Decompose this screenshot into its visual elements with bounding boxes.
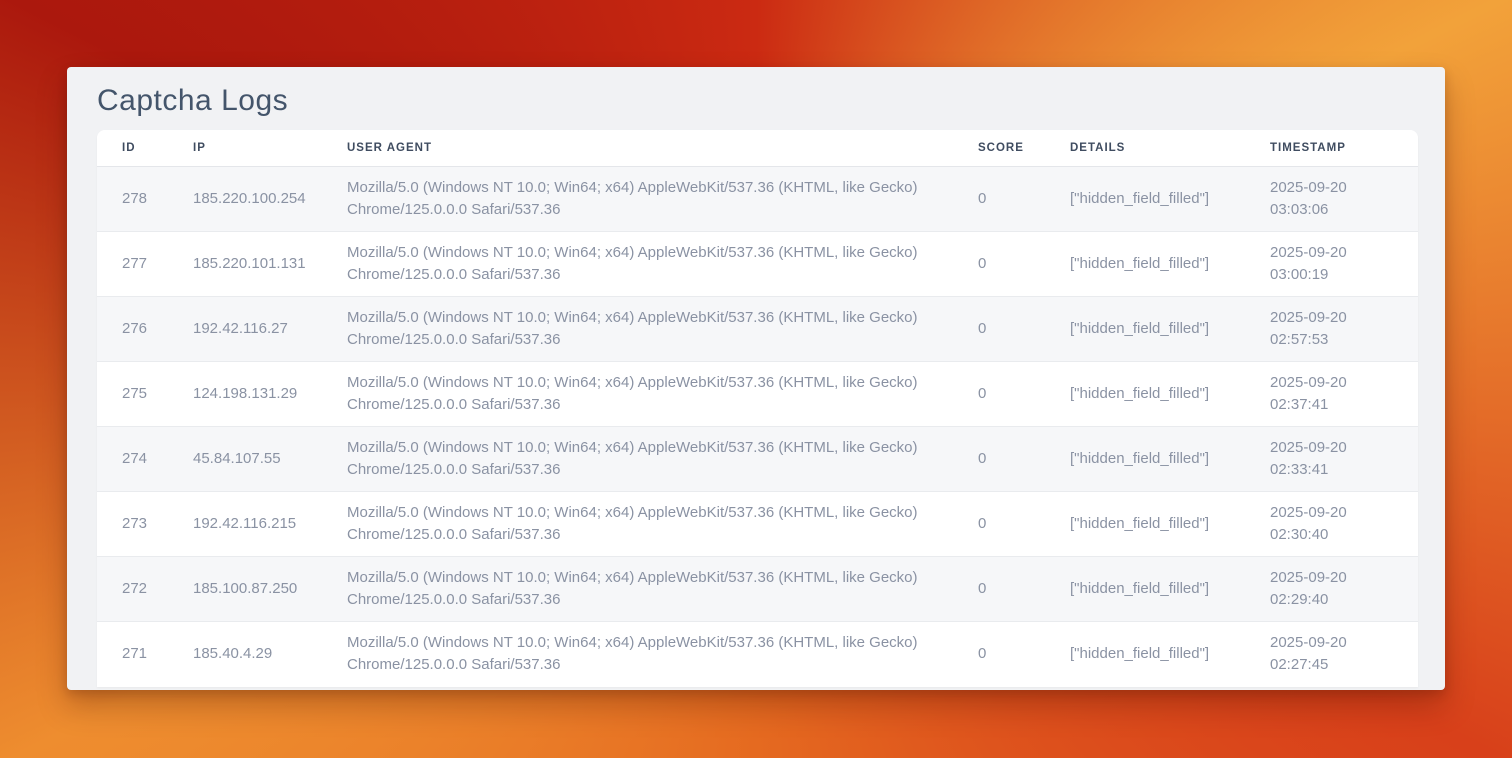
cell-ip: 185.220.101.131 (193, 232, 347, 297)
cell-ip: 192.42.116.215 (193, 492, 347, 557)
cell-score: 0 (978, 232, 1070, 297)
cell-score: 0 (978, 167, 1070, 232)
captcha-logs-table: ID IP USER AGENT SCORE DETAILS TIMESTAMP… (97, 130, 1418, 687)
cell-id: 275 (97, 362, 193, 427)
column-header-score: SCORE (978, 130, 1070, 167)
cell-ip: 185.220.100.254 (193, 167, 347, 232)
table-row: 275 124.198.131.29 Mozilla/5.0 (Windows … (97, 362, 1418, 427)
desktop-background: Captcha Logs ID IP USER AGENT SCORE DETA… (0, 0, 1512, 758)
table-row: 274 45.84.107.55 Mozilla/5.0 (Windows NT… (97, 427, 1418, 492)
table-body: 278 185.220.100.254 Mozilla/5.0 (Windows… (97, 167, 1418, 687)
table-header: ID IP USER AGENT SCORE DETAILS TIMESTAMP (97, 130, 1418, 167)
column-header-user-agent: USER AGENT (347, 130, 978, 167)
cell-score: 0 (978, 622, 1070, 687)
column-header-details: DETAILS (1070, 130, 1270, 167)
cell-details: ["hidden_field_filled"] (1070, 362, 1270, 427)
cell-id: 277 (97, 232, 193, 297)
cell-id: 274 (97, 427, 193, 492)
column-header-ip: IP (193, 130, 347, 167)
table-row: 271 185.40.4.29 Mozilla/5.0 (Windows NT … (97, 622, 1418, 687)
cell-user-agent: Mozilla/5.0 (Windows NT 10.0; Win64; x64… (347, 362, 978, 427)
cell-timestamp: 2025-09-20 03:03:06 (1270, 167, 1418, 232)
cell-timestamp: 2025-09-20 02:33:41 (1270, 427, 1418, 492)
cell-user-agent: Mozilla/5.0 (Windows NT 10.0; Win64; x64… (347, 232, 978, 297)
column-header-timestamp: TIMESTAMP (1270, 130, 1418, 167)
table-row: 273 192.42.116.215 Mozilla/5.0 (Windows … (97, 492, 1418, 557)
cell-timestamp: 2025-09-20 02:27:45 (1270, 622, 1418, 687)
cell-details: ["hidden_field_filled"] (1070, 622, 1270, 687)
cell-details: ["hidden_field_filled"] (1070, 232, 1270, 297)
cell-details: ["hidden_field_filled"] (1070, 167, 1270, 232)
table-row: 276 192.42.116.27 Mozilla/5.0 (Windows N… (97, 297, 1418, 362)
cell-ip: 45.84.107.55 (193, 427, 347, 492)
cell-user-agent: Mozilla/5.0 (Windows NT 10.0; Win64; x64… (347, 297, 978, 362)
cell-user-agent: Mozilla/5.0 (Windows NT 10.0; Win64; x64… (347, 167, 978, 232)
table-row: 272 185.100.87.250 Mozilla/5.0 (Windows … (97, 557, 1418, 622)
table-header-row: ID IP USER AGENT SCORE DETAILS TIMESTAMP (97, 130, 1418, 167)
table-row: 277 185.220.101.131 Mozilla/5.0 (Windows… (97, 232, 1418, 297)
cell-score: 0 (978, 362, 1070, 427)
cell-id: 273 (97, 492, 193, 557)
cell-ip: 124.198.131.29 (193, 362, 347, 427)
cell-ip: 185.40.4.29 (193, 622, 347, 687)
cell-details: ["hidden_field_filled"] (1070, 427, 1270, 492)
cell-timestamp: 2025-09-20 02:37:41 (1270, 362, 1418, 427)
cell-user-agent: Mozilla/5.0 (Windows NT 10.0; Win64; x64… (347, 622, 978, 687)
cell-details: ["hidden_field_filled"] (1070, 492, 1270, 557)
cell-user-agent: Mozilla/5.0 (Windows NT 10.0; Win64; x64… (347, 492, 978, 557)
captcha-logs-card: Captcha Logs ID IP USER AGENT SCORE DETA… (67, 67, 1445, 690)
cell-timestamp: 2025-09-20 03:00:19 (1270, 232, 1418, 297)
cell-id: 271 (97, 622, 193, 687)
captcha-logs-table-container: ID IP USER AGENT SCORE DETAILS TIMESTAMP… (97, 130, 1418, 687)
column-header-id: ID (97, 130, 193, 167)
cell-user-agent: Mozilla/5.0 (Windows NT 10.0; Win64; x64… (347, 427, 978, 492)
cell-id: 276 (97, 297, 193, 362)
cell-ip: 185.100.87.250 (193, 557, 347, 622)
cell-score: 0 (978, 297, 1070, 362)
cell-user-agent: Mozilla/5.0 (Windows NT 10.0; Win64; x64… (347, 557, 978, 622)
cell-details: ["hidden_field_filled"] (1070, 557, 1270, 622)
cell-id: 278 (97, 167, 193, 232)
cell-details: ["hidden_field_filled"] (1070, 297, 1270, 362)
cell-id: 272 (97, 557, 193, 622)
cell-ip: 192.42.116.27 (193, 297, 347, 362)
cell-timestamp: 2025-09-20 02:29:40 (1270, 557, 1418, 622)
cell-score: 0 (978, 557, 1070, 622)
cell-timestamp: 2025-09-20 02:30:40 (1270, 492, 1418, 557)
table-row: 278 185.220.100.254 Mozilla/5.0 (Windows… (97, 167, 1418, 232)
cell-score: 0 (978, 492, 1070, 557)
cell-score: 0 (978, 427, 1070, 492)
page-title: Captcha Logs (67, 67, 1445, 130)
cell-timestamp: 2025-09-20 02:57:53 (1270, 297, 1418, 362)
